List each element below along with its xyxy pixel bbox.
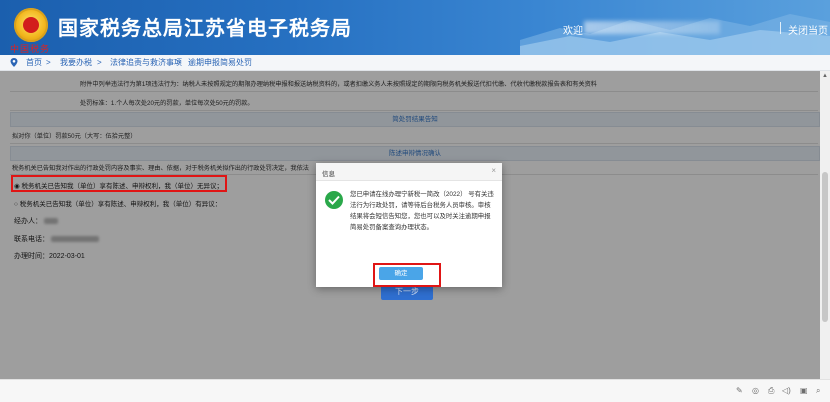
breadcrumb-legal-remedy[interactable]: 法律追责与救济事项 — [110, 55, 182, 70]
breadcrumb-separator: > — [176, 58, 181, 67]
bottom-toolbar: ✎ ◎ ⎙ ◁) ▣ ⌕ — [0, 379, 830, 402]
emblem-caption: 中国税务 — [10, 45, 51, 55]
print-icon[interactable]: ⎙ — [768, 386, 774, 396]
site-title: 国家税务总局江苏省电子税务局 — [58, 16, 352, 40]
welcome-label: 欢迎 — [563, 26, 583, 37]
breadcrumb-separator: > — [46, 58, 51, 67]
breadcrumb-separator: > — [97, 58, 102, 67]
header-divider — [780, 22, 781, 34]
breadcrumb-home[interactable]: 首页 — [26, 55, 42, 70]
close-icon[interactable]: × — [491, 166, 496, 175]
share-icon[interactable]: ◎ — [752, 386, 759, 395]
dialog-message: 您已申请在线办理宁新税一简改（2022） 号有关违法行为行政处罚，请等待后台税务… — [350, 191, 494, 231]
site-header: 中国税务 国家税务总局江苏省电子税务局 欢迎 关闭当页 — [0, 0, 830, 55]
scroll-thumb[interactable] — [822, 172, 828, 322]
dialog-header: 信息 × — [316, 163, 502, 181]
breadcrumb-tax-services[interactable]: 我要办税 — [60, 55, 92, 70]
window-icon[interactable]: ▣ — [800, 386, 808, 395]
scroll-up-arrow-icon[interactable]: ▲ — [822, 73, 828, 79]
location-pin-icon — [10, 58, 18, 67]
breadcrumb-late-filing-penalty: 逾期申报简易处罚 — [188, 58, 252, 67]
audio-icon[interactable]: ◁) — [782, 386, 791, 395]
dialog-title: 信息 — [322, 171, 335, 178]
highlight-confirm-box — [373, 263, 441, 287]
breadcrumb: 首页 > 我要办税 > 法律追责与救济事项 > 逾期申报简易处罚 — [0, 55, 830, 71]
close-page-link[interactable]: 关闭当页 — [788, 22, 828, 37]
user-name-redacted — [584, 21, 720, 34]
pin-icon[interactable]: ✎ — [736, 386, 743, 395]
search-icon[interactable]: ⌕ — [816, 386, 820, 396]
tax-emblem-icon — [14, 8, 48, 42]
highlight-option-box — [11, 175, 227, 192]
success-check-icon — [325, 191, 343, 209]
